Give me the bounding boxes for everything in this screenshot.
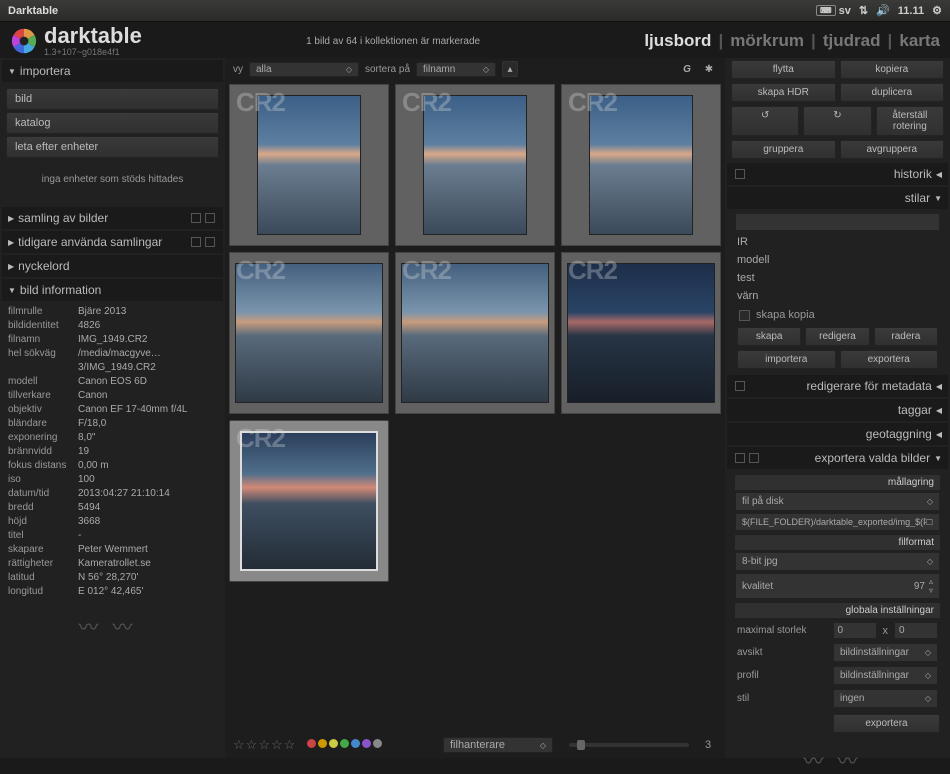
import-image-button[interactable]: bild <box>6 88 219 110</box>
storage-header: mållagring <box>735 475 940 490</box>
intent-select[interactable]: bildinställningar◇ <box>833 643 938 662</box>
tab-darkroom[interactable]: mörkrum <box>730 31 804 50</box>
grouping-button[interactable]: G <box>679 61 695 77</box>
volume-icon[interactable]: 🔊 <box>876 4 890 17</box>
tab-map[interactable]: karta <box>899 31 940 50</box>
style-item[interactable]: test <box>733 269 942 287</box>
scan-devices-button[interactable]: leta efter enheter <box>6 136 219 158</box>
presets-icon[interactable] <box>205 213 215 223</box>
color-labels[interactable] <box>306 739 383 751</box>
style-item[interactable]: värn <box>733 287 942 305</box>
max-height-input[interactable] <box>894 622 938 639</box>
style-create-button[interactable]: skapa <box>737 327 801 346</box>
clock: 11.11 <box>898 5 924 17</box>
profile-label: profil <box>737 670 827 681</box>
pane-imageinfo[interactable]: ▼bild information <box>2 279 223 301</box>
reset-icon[interactable] <box>191 213 201 223</box>
pane-recent[interactable]: ▶tidigare använda samlingar <box>2 231 223 253</box>
rotate-cw-button[interactable]: ↻ <box>803 106 871 136</box>
view-select[interactable]: alla◇ <box>249 62 359 77</box>
network-icon[interactable]: ⇅ <box>859 4 868 17</box>
pane-metadata-editor[interactable]: redigerare för metadata◀ <box>727 375 948 397</box>
sort-select[interactable]: filnamn◇ <box>416 62 496 77</box>
rotate-ccw-button[interactable]: ↺ <box>731 106 799 136</box>
tab-lighttable[interactable]: ljusbord <box>644 31 711 50</box>
view-label: vy <box>233 64 243 75</box>
thumbnail[interactable]: CR2 <box>229 420 389 582</box>
style-label: stil <box>737 693 827 704</box>
image-info-table: filmrulleBjäre 2013bildidentitet4826filn… <box>2 301 223 603</box>
hdr-button[interactable]: skapa HDR <box>731 83 836 102</box>
duplicate-button[interactable]: duplicera <box>840 83 945 102</box>
maxsize-label: maximal storlek <box>737 625 827 636</box>
global-header: globala inställningar <box>735 603 940 618</box>
profile-select[interactable]: bildinställningar◇ <box>833 666 938 685</box>
styles-search[interactable] <box>735 213 940 231</box>
thumbnail[interactable]: CR2 <box>229 252 389 414</box>
thumbnail[interactable]: CR2 <box>561 252 721 414</box>
tab-tethering[interactable]: tjudrad <box>823 31 881 50</box>
ungroup-button[interactable]: avgruppera <box>840 140 945 159</box>
window-title: Darktable <box>8 5 58 17</box>
pane-history[interactable]: historik◀ <box>727 163 948 185</box>
export-button[interactable]: exportera <box>833 714 940 733</box>
move-button[interactable]: flytta <box>731 60 836 79</box>
pane-export[interactable]: exportera valda bilder▼ <box>727 447 948 469</box>
presets-icon[interactable] <box>735 381 745 391</box>
pane-geotag[interactable]: geotaggning◀ <box>727 423 948 445</box>
format-select[interactable]: 8-bit jpg◇ <box>735 552 940 571</box>
format-header: filformat <box>735 535 940 550</box>
storage-select[interactable]: fil på disk◇ <box>735 492 940 511</box>
thumbnail[interactable]: CR2 <box>395 252 555 414</box>
flourish: 〰〰 <box>2 611 223 640</box>
version: 1.3+107~g018e4f1 <box>44 47 142 57</box>
zoom-slider[interactable] <box>569 743 689 747</box>
pane-import[interactable]: ▼importera <box>2 60 223 82</box>
export-style-select[interactable]: ingen◇ <box>833 689 938 708</box>
presets-icon[interactable] <box>735 169 745 179</box>
pane-keyword[interactable]: ▶nyckelord <box>2 255 223 277</box>
reset-rotation-button[interactable]: återställ rotering <box>876 106 944 136</box>
thumbnail[interactable]: CR2 <box>561 84 721 246</box>
style-delete-button[interactable]: radera <box>874 327 938 346</box>
export-path-input[interactable]: $(FILE_FOLDER)/darktable_exported/img_$(… <box>735 513 940 531</box>
keyboard-icon[interactable]: ⌨ sv <box>816 5 851 17</box>
quality-slider[interactable]: kvalitet97▵▿ <box>735 573 940 599</box>
import-folder-button[interactable]: katalog <box>6 112 219 134</box>
power-icon[interactable]: ⚙ <box>932 4 942 17</box>
thumbnail[interactable]: CR2 <box>395 84 555 246</box>
overlay-settings-button[interactable]: ✱ <box>701 61 717 77</box>
reset-icon[interactable] <box>191 237 201 247</box>
max-width-input[interactable] <box>833 622 877 639</box>
style-item[interactable]: modell <box>733 251 942 269</box>
pane-styles[interactable]: stilar▼ <box>727 187 948 209</box>
selection-status: 1 bild av 64 i kollektionen är markerade <box>142 36 645 47</box>
style-export-button[interactable]: exportera <box>840 350 939 369</box>
style-edit-button[interactable]: redigera <box>805 327 869 346</box>
presets-icon[interactable] <box>205 237 215 247</box>
no-devices-msg: inga enheter som stöds hittades <box>6 174 219 185</box>
layout-select[interactable]: filhanterare◇ <box>443 737 553 753</box>
group-button[interactable]: gruppera <box>731 140 836 159</box>
style-import-button[interactable]: importera <box>737 350 836 369</box>
pane-tags[interactable]: taggar◀ <box>727 399 948 421</box>
reset-icon[interactable] <box>749 453 759 463</box>
presets-icon[interactable] <box>735 453 745 463</box>
zoom-value: 3 <box>699 739 717 751</box>
intent-label: avsikt <box>737 647 827 658</box>
pane-collect[interactable]: ▶samling av bilder <box>2 207 223 229</box>
rating-stars[interactable]: ☆☆☆☆☆ <box>233 737 296 753</box>
styles-copy-checkbox[interactable]: skapa kopia <box>733 305 942 325</box>
sort-direction-button[interactable]: ▴ <box>502 61 518 77</box>
brand-name: darktable <box>44 25 142 47</box>
app-logo: darktable 1.3+107~g018e4f1 <box>10 24 142 58</box>
style-item[interactable]: IR <box>733 233 942 251</box>
copy-button[interactable]: kopiera <box>840 60 945 79</box>
sort-label: sortera på <box>365 64 410 75</box>
thumbnail-grid: CR2CR2CR2CR2CR2CR2CR2 <box>225 80 725 714</box>
thumbnail[interactable]: CR2 <box>229 84 389 246</box>
